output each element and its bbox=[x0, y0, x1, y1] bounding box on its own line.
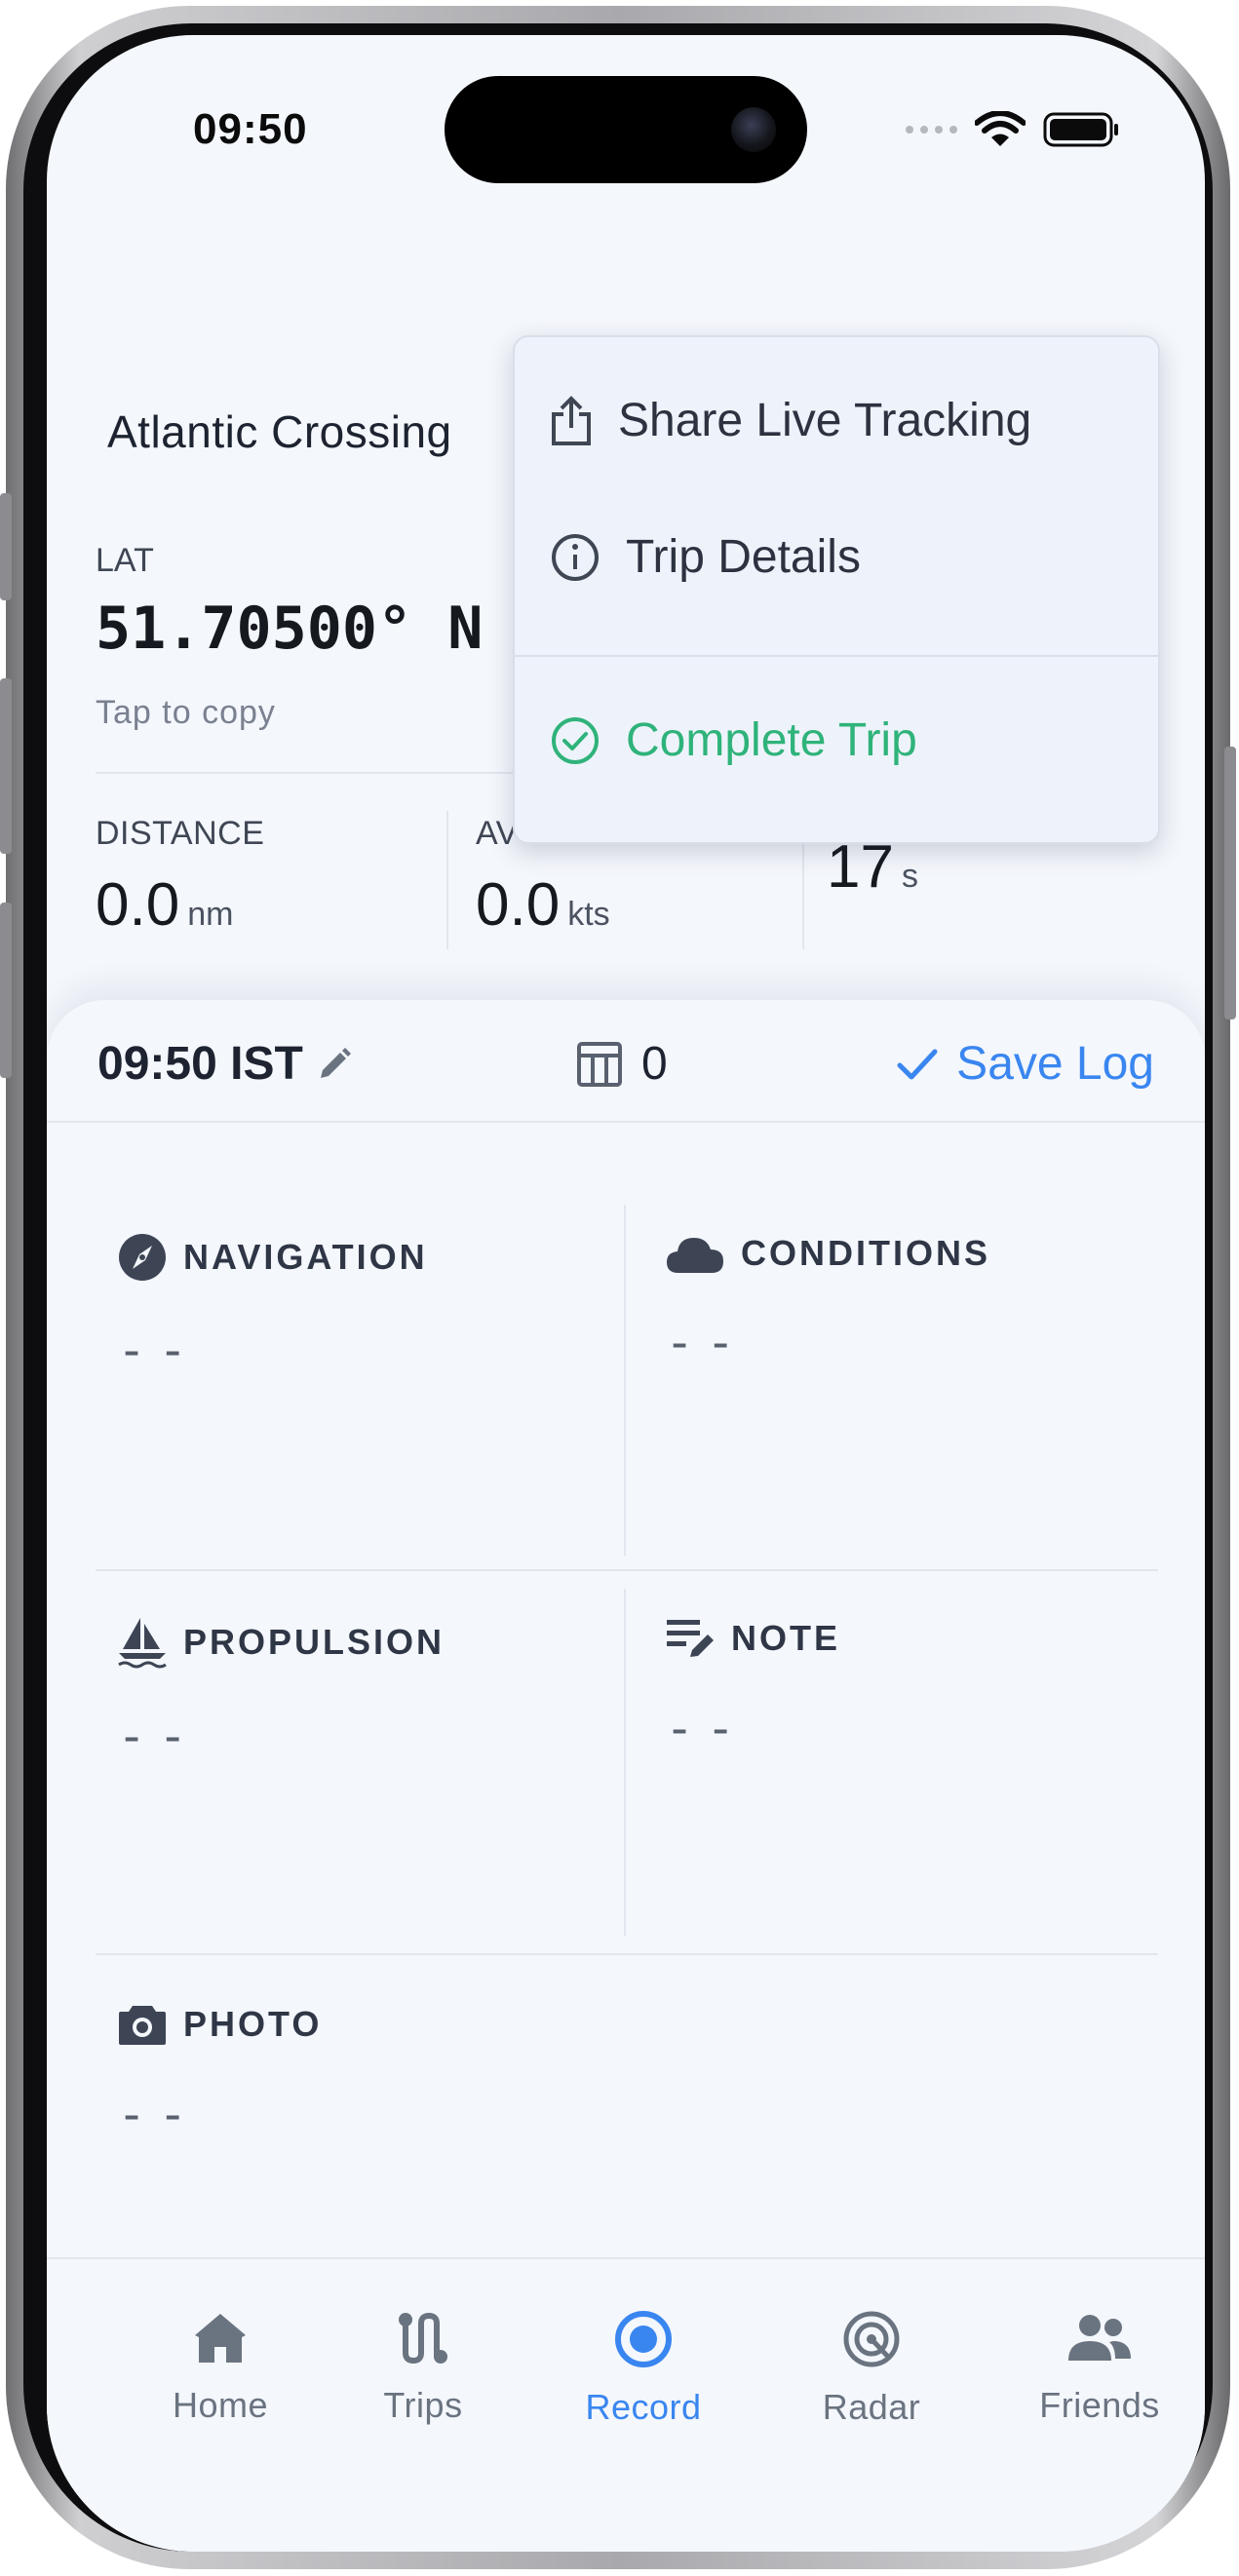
battery-icon bbox=[1043, 112, 1118, 147]
save-log-button[interactable]: Save Log bbox=[896, 1037, 1154, 1091]
card-navigation[interactable]: NAVIGATION -- bbox=[117, 1232, 428, 1378]
menu-item-label: Complete Trip bbox=[626, 714, 917, 766]
menu-item-complete-trip[interactable]: Complete Trip bbox=[550, 713, 917, 767]
card-value: -- bbox=[665, 1700, 748, 1756]
tap-to-copy-hint: Tap to copy bbox=[96, 694, 276, 731]
divider bbox=[96, 1569, 1158, 1571]
trip-options-menu: Share Live Tracking Trip Details Complet… bbox=[513, 335, 1160, 844]
card-value: -- bbox=[117, 1322, 200, 1378]
status-time: 09:50 bbox=[193, 105, 308, 153]
card-label: NOTE bbox=[731, 1618, 841, 1658]
card-value: -- bbox=[117, 2086, 200, 2142]
tab-label: Trips bbox=[383, 2385, 463, 2425]
tab-bar: Home Trips Record Radar Friends bbox=[47, 2257, 1205, 2552]
card-label: PROPULSION bbox=[183, 1622, 445, 1662]
note-edit-icon bbox=[667, 1620, 714, 1657]
tab-record[interactable]: Record bbox=[546, 2310, 741, 2428]
friends-icon bbox=[1068, 2315, 1131, 2361]
lat-label: LAT bbox=[96, 542, 154, 579]
card-header: NOTE bbox=[665, 1616, 840, 1661]
tab-label: Friends bbox=[1039, 2385, 1160, 2425]
compass-icon bbox=[119, 1234, 166, 1281]
card-header: PHOTO bbox=[117, 2002, 322, 2047]
camera-icon bbox=[731, 107, 776, 152]
tab-friends[interactable]: Friends bbox=[1002, 2310, 1197, 2426]
card-propulsion[interactable]: PROPULSION -- bbox=[117, 1616, 445, 1764]
save-log-label: Save Log bbox=[956, 1038, 1154, 1090]
pencil-icon bbox=[320, 1047, 351, 1078]
log-count: 0 bbox=[641, 1038, 668, 1090]
log-count-button[interactable]: 0 bbox=[575, 1037, 668, 1091]
dynamic-island bbox=[445, 76, 807, 183]
volume-down-button bbox=[0, 903, 12, 1078]
card-value: -- bbox=[117, 1708, 200, 1764]
record-icon bbox=[615, 2311, 672, 2367]
card-label: PHOTO bbox=[183, 2004, 323, 2044]
route-icon bbox=[399, 2312, 447, 2365]
card-header: PROPULSION bbox=[117, 1616, 445, 1669]
sailboat-icon bbox=[118, 1618, 167, 1669]
menu-item-trip-details[interactable]: Trip Details bbox=[550, 530, 861, 584]
check-icon bbox=[897, 1049, 938, 1079]
stat-value: 0.0 nm bbox=[96, 871, 234, 939]
trip-title: Atlantic Crossing bbox=[107, 406, 452, 457]
tab-label: Record bbox=[585, 2387, 702, 2427]
camera-icon bbox=[119, 2006, 166, 2045]
card-label: CONDITIONS bbox=[741, 1233, 991, 1273]
radar-icon bbox=[843, 2311, 900, 2367]
wifi-icon bbox=[975, 111, 1026, 146]
log-time-label: 09:50 IST bbox=[97, 1038, 303, 1090]
log-entry-header: 09:50 IST 0 Save Log bbox=[47, 1000, 1205, 1123]
menu-item-label: Trip Details bbox=[626, 531, 861, 583]
card-label: NAVIGATION bbox=[183, 1237, 428, 1277]
card-note[interactable]: NOTE -- bbox=[665, 1616, 840, 1756]
card-header: NAVIGATION bbox=[117, 1232, 428, 1283]
signal-icon bbox=[906, 126, 957, 134]
volume-up-button bbox=[0, 678, 12, 854]
screen: 09:50 Atlantic Crossing LAT 51.70500° N … bbox=[47, 35, 1205, 2552]
log-entry-sheet: 09:50 IST 0 Save Log NAVIGATION -- CONDI… bbox=[47, 1000, 1205, 2257]
home-icon bbox=[195, 2314, 246, 2363]
card-header: CONDITIONS bbox=[665, 1232, 990, 1275]
divider bbox=[96, 1953, 1158, 1955]
lat-value[interactable]: 51.70500° N bbox=[96, 595, 483, 663]
menu-divider bbox=[515, 655, 1158, 657]
menu-item-share-live-tracking[interactable]: Share Live Tracking bbox=[550, 394, 1031, 447]
stat-distance: DISTANCE 0.0 nm bbox=[96, 815, 264, 940]
tab-trips[interactable]: Trips bbox=[326, 2310, 521, 2426]
status-indicators bbox=[906, 111, 1121, 148]
divider bbox=[624, 1205, 626, 1556]
table-icon bbox=[577, 1041, 622, 1087]
tab-label: Radar bbox=[822, 2387, 921, 2427]
menu-item-label: Share Live Tracking bbox=[618, 395, 1032, 446]
card-photo[interactable]: PHOTO -- bbox=[117, 2002, 322, 2142]
stat-unit: kts bbox=[567, 896, 610, 933]
log-time-button[interactable]: 09:50 IST bbox=[97, 1037, 354, 1091]
tab-label: Home bbox=[172, 2385, 269, 2425]
power-button bbox=[1224, 747, 1236, 1019]
card-value: -- bbox=[665, 1314, 748, 1370]
stat-value: 0.0 kts bbox=[476, 871, 610, 939]
share-icon bbox=[552, 395, 591, 445]
phone-frame: 09:50 Atlantic Crossing LAT 51.70500° N … bbox=[0, 6, 1236, 2569]
card-conditions[interactable]: CONDITIONS -- bbox=[665, 1232, 990, 1370]
stat-label: DISTANCE bbox=[96, 815, 265, 852]
stat-unit: s bbox=[901, 858, 918, 895]
cloud-icon bbox=[667, 1238, 723, 1273]
stat-unit: nm bbox=[187, 896, 234, 933]
tab-home[interactable]: Home bbox=[123, 2310, 318, 2426]
check-circle-icon bbox=[552, 716, 599, 764]
tab-radar[interactable]: Radar bbox=[774, 2310, 969, 2428]
info-icon bbox=[552, 533, 599, 581]
action-button bbox=[0, 493, 12, 600]
divider bbox=[446, 811, 448, 949]
divider bbox=[624, 1589, 626, 1936]
